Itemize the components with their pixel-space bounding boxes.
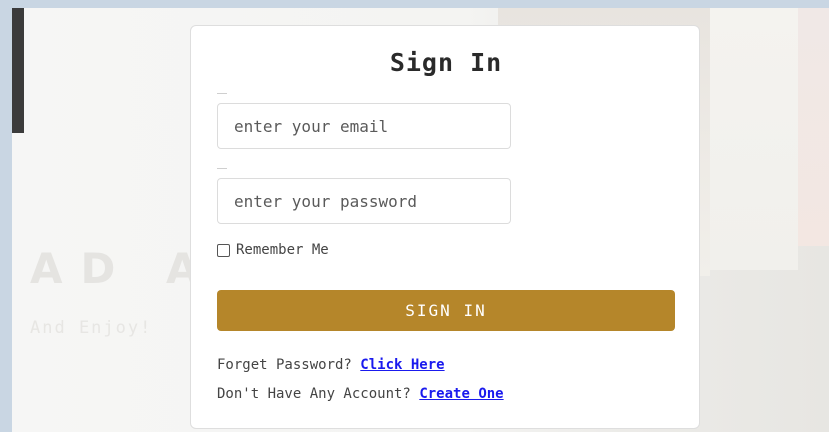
signin-title: Sign In	[389, 48, 503, 77]
dark-panel	[12, 8, 24, 133]
signin-card: Sign In Remember Me SIGN IN Forget Passw…	[190, 25, 700, 429]
background-image-shade	[710, 8, 798, 270]
left-strip	[0, 0, 12, 432]
password-label-tick	[217, 168, 227, 169]
password-input[interactable]	[217, 178, 511, 224]
sign-in-button[interactable]: SIGN IN	[217, 290, 675, 331]
hero-subtitle: And Enjoy!	[30, 318, 153, 338]
create-account-prompt: Don't Have Any Account?	[217, 386, 411, 402]
remember-me-label: Remember Me	[236, 242, 329, 258]
forgot-password-prompt: Forget Password?	[217, 357, 352, 373]
forgot-password-link[interactable]: Click Here	[360, 357, 444, 373]
email-input[interactable]	[217, 103, 511, 149]
create-account-line: Don't Have Any Account? Create One	[217, 386, 504, 402]
forgot-password-line: Forget Password? Click Here	[217, 357, 445, 373]
remember-me-checkbox[interactable]	[217, 243, 230, 257]
background-image-edge	[798, 8, 829, 246]
top-strip	[0, 0, 829, 8]
create-account-link[interactable]: Create One	[419, 386, 503, 402]
remember-me[interactable]: Remember Me	[217, 242, 329, 258]
email-label-tick	[217, 93, 227, 94]
